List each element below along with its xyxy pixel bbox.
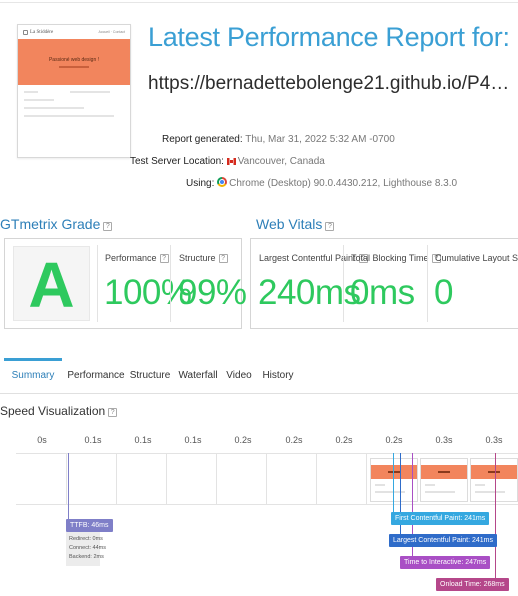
timeline-tick: 0.3s bbox=[435, 435, 453, 445]
thumbnail-logo: La Stiddère bbox=[23, 29, 54, 35]
using-row: Using: Chrome (Desktop) 90.0.4430.212, L… bbox=[186, 177, 518, 189]
report-generated-label: Report generated: bbox=[162, 134, 243, 145]
timeline-tick: 0.1s bbox=[184, 435, 202, 445]
ttfb-label[interactable]: TTFB: 46ms bbox=[66, 519, 113, 532]
timeline-tick: 0s bbox=[37, 435, 47, 445]
grade-badge: A bbox=[13, 246, 90, 321]
filmstrip-screenshot[interactable] bbox=[420, 458, 468, 502]
timeline-ticks: 0s 0.1s 0.1s 0.1s 0.2s 0.2s 0.2s 0.2s 0.… bbox=[0, 435, 518, 449]
filmstrip-frame bbox=[267, 454, 317, 504]
tab-performance[interactable]: Performance bbox=[66, 358, 126, 394]
timeline-tick: 0.3s bbox=[485, 435, 503, 445]
timeline-tick: 0.2s bbox=[335, 435, 353, 445]
filmstrip-frame bbox=[16, 454, 67, 504]
question-mark-icon[interactable]: ? bbox=[159, 254, 169, 263]
structure-value: 99% bbox=[178, 273, 247, 312]
question-mark-icon[interactable]: ? bbox=[103, 222, 113, 231]
report-generated-value: Thu, Mar 31, 2022 5:32 AM -0700 bbox=[245, 134, 395, 145]
report-title: Latest Performance Report for: bbox=[148, 22, 510, 52]
performance-metric: Performance? 100% bbox=[97, 239, 192, 328]
structure-label: Structure? bbox=[179, 253, 228, 263]
thumbnail-header: La Stiddère Accueil · Contact bbox=[18, 25, 130, 39]
cls-label: Cumulative Layout Shift? bbox=[435, 253, 518, 263]
grade-letter: A bbox=[28, 249, 75, 321]
thumbnail-nav: Accueil · Contact bbox=[98, 30, 125, 34]
top-divider bbox=[0, 2, 518, 3]
filmstrip-frame bbox=[317, 454, 367, 504]
canada-flag-icon bbox=[226, 158, 236, 165]
filmstrip-screenshot[interactable] bbox=[470, 458, 518, 502]
timeline-tick: 0.2s bbox=[385, 435, 403, 445]
gtmetrix-grade-heading-text: GTmetrix Grade bbox=[0, 216, 101, 232]
onload-marker-line bbox=[495, 453, 496, 579]
ttfb-connect: Connect: 44ms bbox=[69, 545, 106, 551]
web-vitals-heading: Web Vitals? bbox=[256, 216, 335, 232]
tbt-metric: Total Blocking Time? 0ms bbox=[343, 239, 441, 328]
thumbnail-hero-text: Passioné web design ! bbox=[48, 56, 100, 63]
filmstrip-frame bbox=[67, 454, 117, 504]
server-location-row: Test Server Location: Vancouver, Canada bbox=[130, 156, 518, 167]
gtmetrix-grade-panel: A Performance? 100% Structure? 99% bbox=[4, 238, 247, 329]
ttfb-marker-line bbox=[68, 453, 69, 519]
cls-value: 0 bbox=[434, 273, 453, 312]
filmstrip bbox=[16, 453, 518, 505]
thumbnail-hero: Passioné web design ! bbox=[18, 39, 130, 85]
logo-mark-icon bbox=[23, 29, 28, 35]
structure-metric: Structure? 99% bbox=[171, 239, 247, 328]
page-screenshot-thumbnail[interactable]: La Stiddère Accueil · Contact Passioné w… bbox=[17, 24, 131, 158]
timeline-tick: 0.1s bbox=[84, 435, 102, 445]
using-value: Chrome (Desktop) 90.0.4430.212, Lighthou… bbox=[229, 178, 458, 189]
cls-metric: Cumulative Layout Shift? 0 bbox=[427, 239, 518, 328]
question-mark-icon[interactable]: ? bbox=[108, 408, 118, 417]
report-generated-row: Report generated: Thu, Mar 31, 2022 5:32… bbox=[162, 134, 518, 145]
tti-label[interactable]: Time to Interactive: 247ms bbox=[400, 556, 491, 569]
question-mark-icon[interactable]: ? bbox=[325, 222, 335, 231]
tab-history[interactable]: History bbox=[258, 358, 298, 394]
thumbnail-logo-text: La Stiddère bbox=[30, 29, 54, 35]
ttfb-redirect: Redirect: 0ms bbox=[69, 536, 103, 542]
speed-visualization-heading: Speed Visualization? bbox=[0, 404, 118, 418]
question-mark-icon[interactable]: ? bbox=[218, 254, 228, 263]
filmstrip-frame bbox=[117, 454, 167, 504]
thumbnail-hero-underline bbox=[59, 65, 89, 68]
gtmetrix-grade-heading: GTmetrix Grade? bbox=[0, 216, 113, 232]
report-url[interactable]: https://bernadettebolenge21.github.io/P4… bbox=[148, 73, 516, 95]
filmstrip-frame bbox=[217, 454, 267, 504]
fcp-label[interactable]: First Contentful Paint: 241ms bbox=[391, 512, 490, 525]
filmstrip-screenshot[interactable] bbox=[370, 458, 418, 502]
chrome-icon bbox=[217, 177, 228, 187]
speed-visualization-heading-text: Speed Visualization bbox=[0, 404, 106, 418]
timeline-tick: 0.2s bbox=[234, 435, 252, 445]
using-label: Using: bbox=[186, 178, 215, 189]
report-tabs: Summary Performance Structure Waterfall … bbox=[0, 358, 518, 394]
timeline-tick: 0.1s bbox=[134, 435, 152, 445]
tab-video[interactable]: Video bbox=[224, 358, 254, 394]
performance-label: Performance? bbox=[105, 253, 169, 263]
server-location-value: Vancouver, Canada bbox=[237, 156, 325, 167]
tab-waterfall[interactable]: Waterfall bbox=[176, 358, 220, 394]
lcp-metric: Largest Contentful Paint? 240ms bbox=[251, 239, 368, 328]
tbt-value: 0ms bbox=[350, 273, 415, 312]
web-vitals-panel: Largest Contentful Paint? 240ms Total Bl… bbox=[250, 238, 518, 329]
filmstrip-frame bbox=[167, 454, 217, 504]
timeline-tick: 0.2s bbox=[285, 435, 303, 445]
thumbnail-content bbox=[18, 85, 130, 129]
web-vitals-heading-text: Web Vitals bbox=[256, 216, 323, 232]
ttfb-details: Redirect: 0ms Connect: 44ms Backend: 2ms bbox=[66, 532, 106, 566]
tab-summary[interactable]: Summary bbox=[4, 358, 62, 394]
lcp-timeline-label[interactable]: Largest Contentful Paint: 241ms bbox=[389, 534, 498, 547]
ttfb-backend: Backend: 2ms bbox=[69, 554, 104, 560]
onload-label[interactable]: Onload Time: 268ms bbox=[436, 578, 509, 591]
tab-structure[interactable]: Structure bbox=[128, 358, 172, 394]
server-location-label: Test Server Location: bbox=[130, 156, 224, 167]
fcp-marker-line bbox=[393, 453, 394, 513]
